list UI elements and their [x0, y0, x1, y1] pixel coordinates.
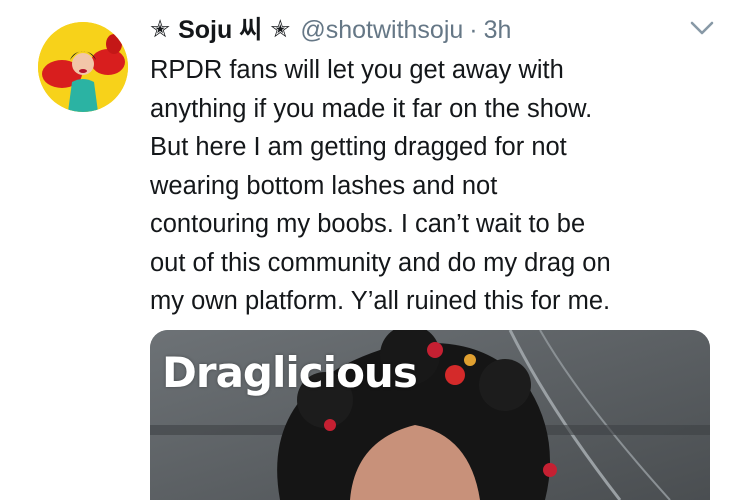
tweet-text-line: RPDR fans will let you get away with	[150, 56, 564, 84]
tweet-media-image[interactable]: Draglicious	[150, 330, 710, 500]
media-logo: Draglicious	[162, 348, 418, 397]
avatar[interactable]	[38, 22, 128, 112]
tweet-header: ✭ Soju 씨 ✭ @shotwithsoju · 3h	[150, 10, 511, 50]
tweet: ✭ Soju 씨 ✭ @shotwithsoju · 3h RPDR fans …	[0, 0, 741, 500]
star-icon: ✭	[150, 16, 171, 43]
timestamp[interactable]: 3h	[484, 10, 512, 50]
tweet-text-line: contouring my boobs. I can’t wait to be	[150, 210, 586, 238]
tweet-text: RPDR fans will let you get away with any…	[150, 51, 730, 321]
separator-dot: ·	[469, 16, 478, 44]
star-icon: ✭	[270, 16, 291, 43]
tweet-text-line: out of this community and do my drag on	[150, 248, 611, 277]
tweet-text-line: But here I am getting dragged for not	[150, 133, 567, 161]
user-handle[interactable]: @shotwithsoju	[300, 10, 463, 50]
tweet-text-line: wearing bottom lashes and not	[150, 171, 498, 200]
display-name[interactable]: Soju 씨	[178, 10, 262, 50]
chevron-down-icon[interactable]	[688, 18, 716, 38]
tweet-text-line: my own platform. Y’all ruined this for m…	[150, 287, 611, 315]
tweet-text-line: anything if you made it far on the show.	[150, 94, 593, 123]
